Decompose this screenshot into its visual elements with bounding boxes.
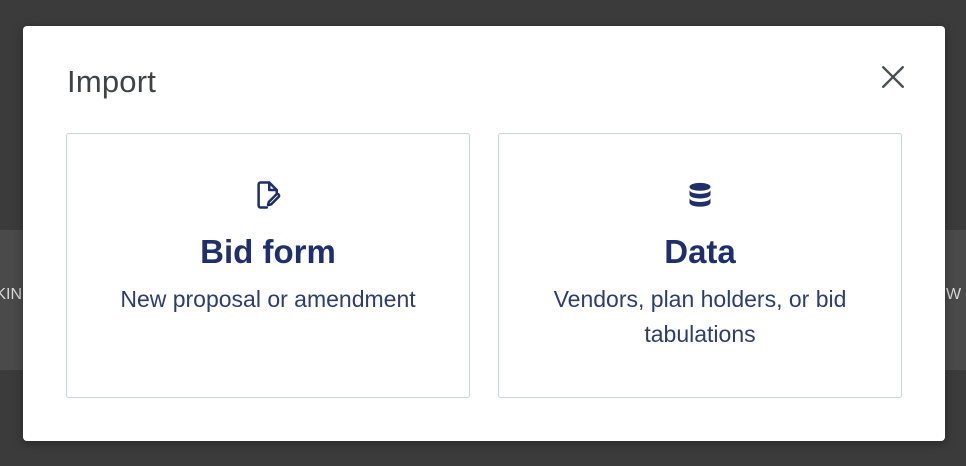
data-title: Data: [664, 233, 736, 270]
bid-form-option-card[interactable]: Bid form New proposal or amendment: [66, 133, 470, 398]
background-text-right: W: [946, 286, 962, 303]
document-edit-icon: [253, 180, 283, 210]
import-modal: Import Bid form New proposal or amendmen…: [23, 26, 945, 441]
data-description: Vendors, plan holders, or bid tabulation…: [553, 286, 847, 348]
bid-form-description: New proposal or amendment: [120, 286, 416, 313]
close-button[interactable]: [875, 60, 911, 96]
database-icon: [685, 180, 715, 210]
bid-form-title: Bid form: [200, 233, 336, 270]
data-option-card[interactable]: Data Vendors, plan holders, or bid tabul…: [498, 133, 902, 398]
background-text-left: KIN: [0, 286, 22, 303]
modal-title: Import: [67, 64, 157, 99]
close-icon: [880, 64, 906, 93]
